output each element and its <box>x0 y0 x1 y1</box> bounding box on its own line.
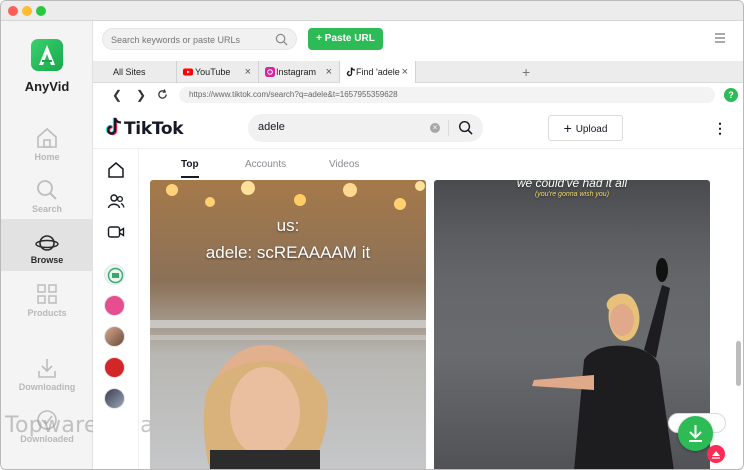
tab-label: Find 'adele <box>356 67 400 77</box>
video-caption-line2: adele: scREAAAAM it <box>205 243 371 262</box>
avatar-2b-icon <box>107 267 124 284</box>
tab-top[interactable]: Top <box>181 159 199 170</box>
youtube-icon <box>183 68 193 76</box>
close-tab-icon[interactable]: × <box>245 61 251 83</box>
video-caption-line1: us: <box>276 216 300 235</box>
address-bar: ❮ ❯ https://www.tiktok.com/search?q=adel… <box>93 84 743 106</box>
hamburger-menu-icon[interactable] <box>714 32 726 44</box>
tab-find-adele[interactable]: Find 'adele × <box>340 61 416 83</box>
arrow-up-icon <box>712 451 720 459</box>
search-divider <box>448 120 449 136</box>
sidebar: AnyVid Home Search Browse Products Downl… <box>1 21 174 469</box>
forward-arrow-icon[interactable]: ❯ <box>136 88 146 102</box>
video-caption-line1: we could've had it all <box>516 180 628 190</box>
sidebar-item-label: Products <box>27 308 67 318</box>
concert-photo-image <box>150 320 426 469</box>
help-icon[interactable]: ? <box>724 88 738 102</box>
sidebar-item-browse[interactable]: Browse <box>1 219 93 271</box>
tiktok-logo-text: TikTok <box>124 119 184 139</box>
tiktok-icon <box>346 67 356 77</box>
tiktok-search-bar[interactable]: adele × <box>248 114 483 142</box>
avatar[interactable] <box>104 357 125 378</box>
upload-button[interactable]: + Upload <box>548 115 623 141</box>
singer-photo-image <box>434 240 710 469</box>
browser-tab-bar: All Sites YouTube × Instagram × Find 'ad… <box>93 61 743 83</box>
upload-label: Upload <box>575 124 608 135</box>
instagram-icon <box>265 67 275 77</box>
video-caption-line2: (you're gonna wish you) <box>534 191 610 198</box>
sidebar-item-label: Search <box>31 204 63 214</box>
app-name: AnyVid <box>24 79 70 94</box>
sidebar-item-products[interactable]: Products <box>1 277 93 329</box>
search-icon[interactable] <box>458 120 473 135</box>
tab-label: YouTube <box>195 67 231 77</box>
plus-icon: + <box>316 33 325 44</box>
top-search-bar[interactable] <box>102 28 297 50</box>
live-icon[interactable] <box>107 223 125 241</box>
close-tab-icon[interactable]: × <box>402 61 408 83</box>
search-icon <box>37 180 57 200</box>
paste-url-label: Paste URL <box>324 33 375 44</box>
grid-icon <box>37 284 57 304</box>
app-window: AnyVid Home Search Browse Products Downl… <box>0 0 744 470</box>
minimize-window-button[interactable] <box>22 6 32 16</box>
search-icon[interactable] <box>275 33 288 46</box>
tiktok-search-input[interactable]: adele <box>258 121 285 133</box>
sidebar-item-label: Home <box>34 152 60 162</box>
sidebar-item-search[interactable]: Search <box>1 173 93 225</box>
sidebar-item-downloading[interactable]: Downloading <box>1 351 93 403</box>
tab-label: Instagram <box>276 67 317 77</box>
url-field[interactable]: https://www.tiktok.com/search?q=adele&t=… <box>179 87 715 103</box>
home-icon[interactable] <box>107 161 125 179</box>
plus-icon: + <box>563 120 576 136</box>
close-tab-icon[interactable]: × <box>326 61 332 83</box>
scroll-to-top-button[interactable] <box>707 445 725 463</box>
new-tab-icon[interactable]: + <box>522 61 530 83</box>
anyvid-logo-icon <box>39 45 55 65</box>
refresh-icon[interactable] <box>157 89 168 100</box>
active-tab-indicator <box>181 176 199 178</box>
avatar[interactable] <box>104 264 125 285</box>
maximize-window-button[interactable] <box>36 6 46 16</box>
tiktok-logo-icon <box>105 117 122 136</box>
clear-search-icon[interactable]: × <box>430 123 440 133</box>
title-bar <box>1 1 743 21</box>
sidebar-item-label: Browse <box>30 255 64 265</box>
tab-youtube[interactable]: YouTube × <box>177 61 259 83</box>
back-arrow-icon[interactable]: ❮ <box>112 88 122 102</box>
tab-videos[interactable]: Videos <box>329 159 359 170</box>
avatar[interactable] <box>104 295 125 316</box>
planet-icon <box>35 235 59 251</box>
close-window-button[interactable] <box>8 6 18 16</box>
tab-accounts[interactable]: Accounts <box>245 159 286 170</box>
avatar[interactable] <box>104 326 125 347</box>
paste-url-button[interactable]: + Paste URL <box>308 28 383 50</box>
home-icon <box>37 127 57 148</box>
tiktok-result-tabs: Top Accounts Videos <box>140 149 740 179</box>
watermark: TopwareonSale <box>5 413 175 438</box>
stage-lights-image <box>166 181 425 210</box>
app-logo <box>31 39 63 71</box>
scrollbar[interactable] <box>736 341 741 386</box>
sidebar-item-home[interactable]: Home <box>1 121 93 173</box>
avatar[interactable] <box>104 388 125 409</box>
tab-label: All Sites <box>113 67 146 77</box>
sidebar-item-label: Downloading <box>18 382 76 392</box>
tab-instagram[interactable]: Instagram × <box>259 61 340 83</box>
download-icon <box>38 359 56 378</box>
search-input[interactable] <box>111 32 271 47</box>
tab-all-sites[interactable]: All Sites <box>93 61 177 83</box>
more-options-icon[interactable]: ⋮ <box>713 120 727 137</box>
tiktok-header: TikTok adele × + Upload ⋮ <box>93 107 743 149</box>
tiktok-side-rail <box>93 149 139 469</box>
video-card[interactable]: us: adele: scREAAAAM it <box>150 180 426 469</box>
following-icon[interactable] <box>107 192 125 210</box>
